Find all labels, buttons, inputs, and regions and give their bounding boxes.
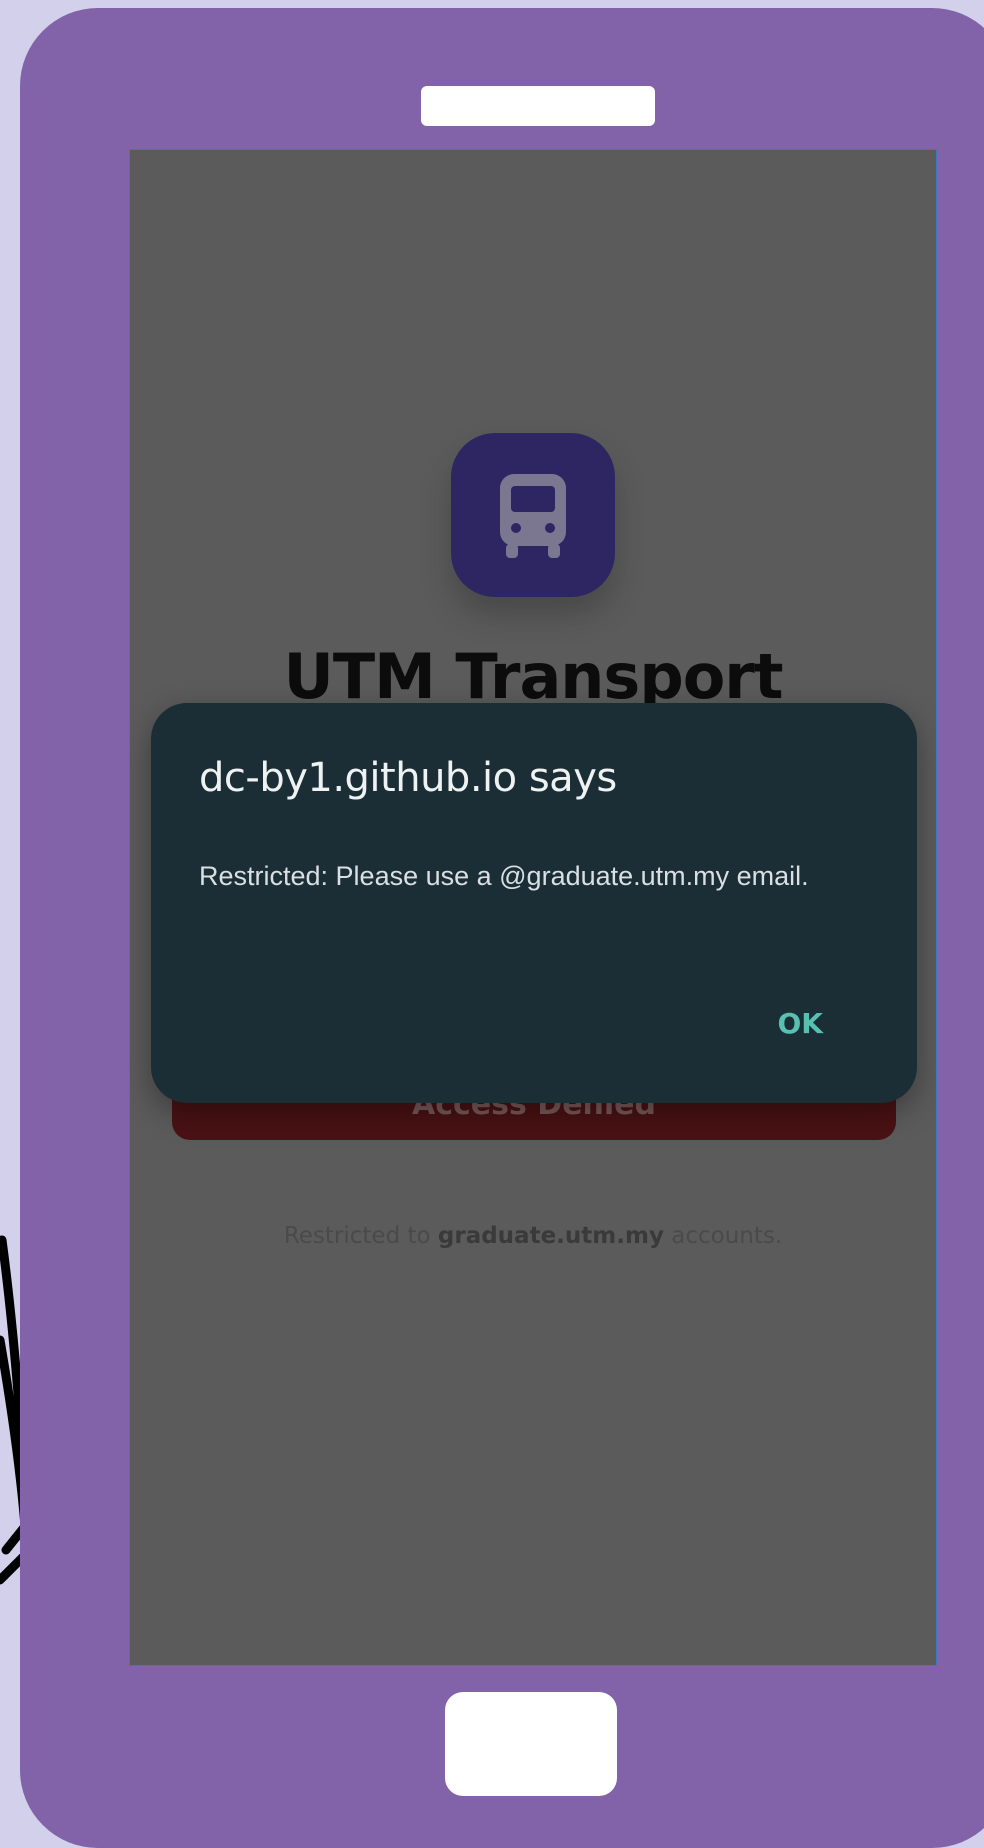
dialog-message: Restricted: Please use a @graduate.utm.m… [199, 861, 809, 891]
phone-screen: UTM Transport Access Denied Restricted t… [129, 149, 937, 1666]
app-logo [451, 433, 615, 597]
restriction-note-prefix: Restricted to [283, 1223, 438, 1249]
bus-icon [500, 474, 566, 558]
dialog-ok-button[interactable]: OK [772, 1003, 830, 1044]
restriction-note-suffix: accounts. [663, 1223, 783, 1249]
dialog-title: dc-by1.github.io says [199, 755, 617, 801]
restriction-note: Restricted to graduate.utm.my accounts. [130, 1223, 936, 1249]
alert-dialog: dc-by1.github.io says Restricted: Please… [151, 703, 917, 1103]
phone-speaker [421, 86, 655, 126]
restriction-note-domain: graduate.utm.my [437, 1223, 664, 1249]
phone-home-button[interactable] [445, 1692, 617, 1796]
phone-frame: UTM Transport Access Denied Restricted t… [20, 8, 984, 1848]
